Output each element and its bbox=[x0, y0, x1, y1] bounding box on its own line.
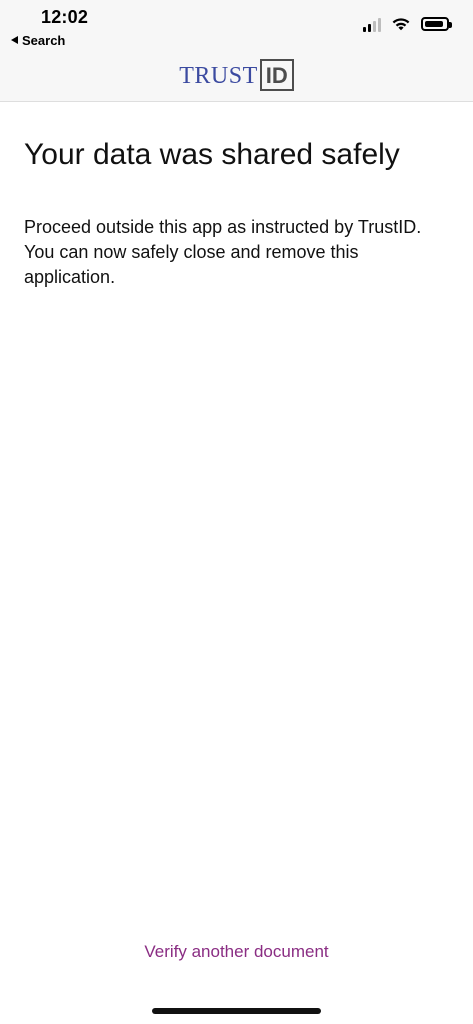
status-time: 12:02 bbox=[41, 7, 89, 27]
signal-bar bbox=[378, 18, 381, 32]
top-bar: 12:02 Search TRUST ID bbox=[0, 0, 473, 102]
logo-trust-text: TRUST bbox=[179, 63, 258, 89]
page-title: Your data was shared safely bbox=[24, 138, 400, 171]
logo-id-box: ID bbox=[259, 59, 294, 91]
signal-bar bbox=[373, 21, 376, 32]
back-to-search[interactable]: Search bbox=[11, 32, 65, 48]
instructions-text: Proceed outside this app as instructed b… bbox=[24, 216, 422, 287]
main-content: Your data was shared safely Proceed outs… bbox=[24, 138, 444, 290]
status-icons bbox=[363, 16, 452, 32]
signal-bar bbox=[363, 27, 366, 32]
battery-icon bbox=[421, 17, 452, 31]
verify-another-document-link[interactable]: Verify another document bbox=[0, 942, 473, 962]
home-indicator[interactable] bbox=[152, 1008, 321, 1014]
trustid-logo: TRUST ID bbox=[0, 59, 473, 91]
cellular-signal-icon bbox=[363, 16, 381, 32]
wifi-icon bbox=[391, 17, 411, 31]
battery-fill bbox=[425, 21, 443, 27]
signal-bar bbox=[368, 24, 371, 32]
back-arrow-icon bbox=[11, 36, 18, 44]
back-label: Search bbox=[22, 32, 66, 48]
